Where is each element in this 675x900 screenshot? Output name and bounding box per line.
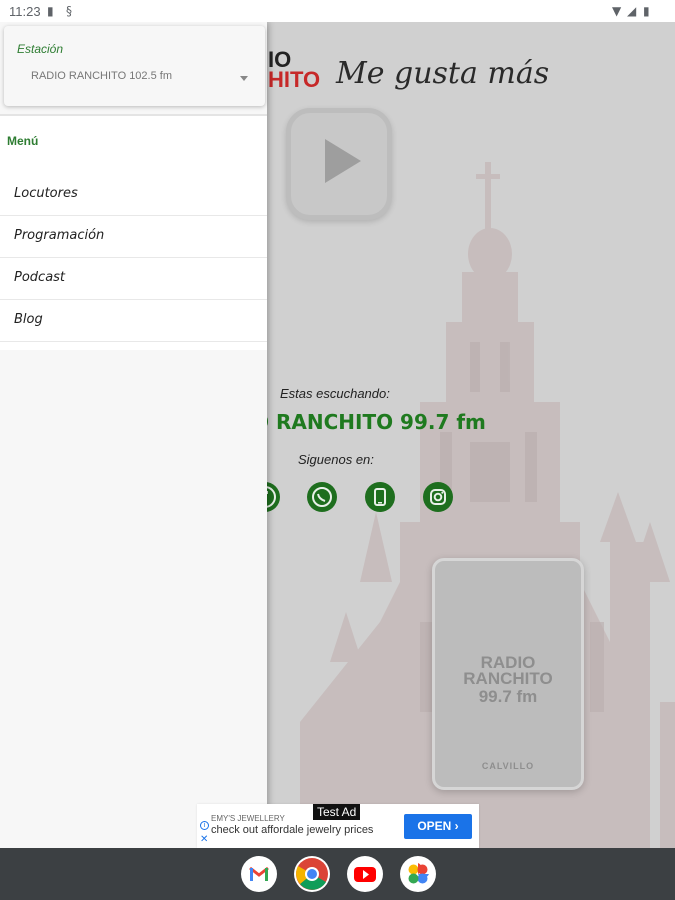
test-ad-tag: Test Ad — [313, 804, 361, 820]
ad-banner[interactable]: Test Ad i ✕ EMY'S JEWELLERY check out af… — [197, 804, 479, 848]
wifi-icon: ▼ — [612, 4, 622, 18]
current-station: O RANCHITO 99.7 fm — [252, 410, 486, 434]
instagram-icon[interactable] — [423, 482, 453, 512]
youtube-icon[interactable] — [347, 856, 383, 892]
dropdown-caret-icon[interactable] — [240, 76, 248, 81]
navigation-drawer: Estación RADIO RANCHITO 102.5 fm Menú Lo… — [0, 22, 267, 848]
station-selector-value[interactable]: RADIO RANCHITO 102.5 fm — [31, 70, 253, 82]
status-bar: 11:23 ▮ § ▼ ◢ ▮ — [0, 0, 675, 22]
slogan: Me gusta más — [336, 56, 550, 91]
chrome-icon[interactable] — [294, 856, 330, 892]
app-screen: IO HITO Me gusta más Estas escuchando: O… — [0, 22, 675, 848]
ad-open-button[interactable]: OPEN › — [404, 814, 472, 839]
menu-item-label: Podcast — [14, 270, 66, 285]
menu-item-programacion[interactable]: Programación — [0, 216, 267, 258]
station-card-image[interactable]: RADIO RANCHITO 99.7 fm CALVILLO — [432, 558, 584, 790]
menu-item-label: Locutores — [14, 186, 78, 201]
sync-icon: § — [66, 4, 72, 18]
station-selector-label: Estación — [17, 42, 64, 56]
listening-label: Estas escuchando: — [280, 386, 390, 401]
ad-open-label: OPEN — [417, 819, 452, 833]
station-selector[interactable]: Estación RADIO RANCHITO 102.5 fm — [4, 26, 265, 106]
menu-item-podcast[interactable]: Podcast — [0, 258, 267, 300]
card-footer: CALVILLO — [481, 761, 535, 771]
whatsapp-icon[interactable] — [307, 482, 337, 512]
status-time: 11:23 — [9, 4, 41, 19]
ad-advertiser: EMY'S JEWELLERY — [211, 814, 285, 823]
play-icon — [325, 139, 361, 183]
photos-icon[interactable] — [400, 856, 436, 892]
sd-card-icon: ▮ — [47, 4, 54, 18]
ad-info-icon[interactable]: i — [200, 821, 209, 830]
play-button[interactable] — [286, 108, 392, 220]
menu-item-label: Blog — [14, 312, 43, 327]
logo-line-2: HITO — [268, 67, 321, 92]
taskbar — [0, 848, 675, 900]
signal-icon: ◢ — [627, 4, 637, 18]
follow-label: Siguenos en: — [298, 452, 374, 467]
menu-title: Menú — [7, 134, 39, 148]
gmail-icon[interactable] — [241, 856, 277, 892]
menu-item-label: Programación — [14, 228, 105, 243]
menu-item-locutores[interactable]: Locutores — [0, 174, 267, 216]
card-line-3: 99.7 fm — [478, 687, 538, 706]
ad-text: check out affordale jewelry prices — [211, 824, 374, 836]
menu-item-blog[interactable]: Blog — [0, 300, 267, 342]
battery-icon: ▮ — [643, 4, 650, 18]
drawer-menu: Menú Locutores Programación Podcast Blog — [0, 116, 267, 350]
card-line-2: RANCHITO — [463, 669, 553, 688]
phone-icon[interactable] — [365, 482, 395, 512]
radio-ranchito-logo: IO HITO — [268, 49, 321, 92]
ad-close-icon[interactable]: ✕ — [200, 834, 208, 845]
